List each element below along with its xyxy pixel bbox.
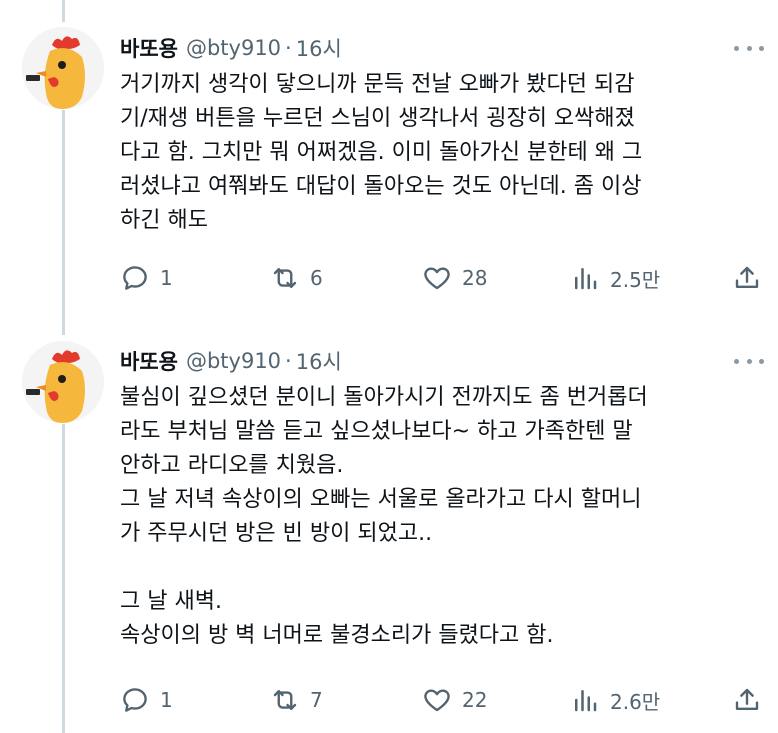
views-button[interactable]: 2.5만 bbox=[570, 261, 660, 295]
tweet-text-line: 그 날 저녁 속상이의 오빠는 서울로 올라가고 다시 할머니 bbox=[120, 487, 642, 512]
tweet-text-line: 거기까지 생각이 닿으니까 문득 전날 오빠가 봤다던 되감 bbox=[120, 72, 635, 97]
separator-dot: · bbox=[285, 349, 292, 373]
like-button[interactable]: 22 bbox=[422, 683, 487, 717]
share-icon bbox=[732, 685, 762, 715]
retweet-count: 7 bbox=[310, 688, 323, 712]
separator-dot: · bbox=[285, 36, 292, 60]
tweet-text: 거기까지 생각이 닿으니까 문득 전날 오빠가 봤다던 되감 기/재생 버튼을 … bbox=[120, 68, 770, 238]
tweet-text-line: 불심이 깊으셨던 분이니 돌아가시기 전까지도 좀 번거롭더 bbox=[120, 385, 648, 410]
heart-icon bbox=[422, 685, 452, 715]
tweet-text-line: 안하고 라디오를 치웠음. bbox=[120, 453, 344, 478]
views-count: 2.6만 bbox=[610, 689, 661, 714]
views-icon bbox=[570, 685, 600, 715]
heart-icon bbox=[422, 263, 452, 293]
reply-icon bbox=[120, 263, 150, 293]
retweet-icon bbox=[270, 685, 300, 715]
share-icon bbox=[732, 263, 762, 293]
tweet-text-line: 그 날 새벽. bbox=[120, 589, 222, 614]
author-name[interactable]: 바또용 bbox=[120, 346, 178, 376]
tweet-time[interactable]: 16시 bbox=[296, 346, 342, 376]
tweet-header: 바또용 @bty910 · 16시 bbox=[120, 346, 342, 376]
author-name[interactable]: 바또용 bbox=[120, 33, 178, 63]
tweet-text-line: 라도 부처님 말씀 듣고 싶으셨나보다~ 하고 가족한텐 말 bbox=[120, 419, 633, 444]
reply-count: 1 bbox=[160, 688, 173, 712]
retweet-count: 6 bbox=[310, 266, 323, 290]
share-button[interactable] bbox=[732, 683, 762, 717]
retweet-button[interactable]: 7 bbox=[270, 683, 323, 717]
reply-button[interactable]: 1 bbox=[120, 261, 173, 295]
tweet-text-line: 속상이의 방 벽 너머로 불경소리가 들렸다고 함. bbox=[120, 623, 554, 648]
author-handle[interactable]: @bty910 bbox=[186, 36, 281, 60]
tweet-time[interactable]: 16시 bbox=[296, 33, 342, 63]
views-button[interactable]: 2.6만 bbox=[570, 683, 660, 717]
tweet-text: 불심이 깊으셨던 분이니 돌아가시기 전까지도 좀 번거롭더 라도 부처님 말씀… bbox=[120, 381, 770, 653]
tweet-text-line bbox=[120, 551, 770, 585]
views-count: 2.5만 bbox=[610, 267, 661, 292]
rooster-avatar[interactable] bbox=[22, 27, 104, 109]
tweet-actions: 1 7 22 2.6만 bbox=[120, 683, 770, 717]
tweet-text-line: 다고 함. 그치만 뭐 어쩌겠음. 이미 돌아가신 분한테 왜 그 bbox=[120, 140, 643, 165]
more-icon[interactable] bbox=[734, 351, 764, 371]
tweet-text-line: 하긴 해도 bbox=[120, 208, 208, 233]
author-handle[interactable]: @bty910 bbox=[186, 349, 281, 373]
retweet-button[interactable]: 6 bbox=[270, 261, 323, 295]
tweet-actions: 1 6 28 2.5만 bbox=[120, 261, 770, 295]
views-icon bbox=[570, 263, 600, 293]
tweet-header: 바또용 @bty910 · 16시 bbox=[120, 33, 342, 63]
reply-count: 1 bbox=[160, 266, 173, 290]
reply-button[interactable]: 1 bbox=[120, 683, 173, 717]
rooster-avatar[interactable] bbox=[22, 341, 104, 423]
tweet[interactable]: 바또용 @bty910 · 16시 거기까지 생각이 닿으니까 문득 전날 오빠… bbox=[0, 0, 778, 320]
tweet[interactable]: 바또용 @bty910 · 16시 불심이 깊으셨던 분이니 돌아가시기 전까지… bbox=[0, 320, 778, 733]
tweet-text-line: 러셨냐고 여쭤봐도 대답이 돌아오는 것도 아닌데. 좀 이상 bbox=[120, 174, 642, 199]
like-button[interactable]: 28 bbox=[422, 261, 487, 295]
retweet-icon bbox=[270, 263, 300, 293]
share-button[interactable] bbox=[732, 261, 762, 295]
more-icon[interactable] bbox=[734, 38, 764, 58]
reply-icon bbox=[120, 685, 150, 715]
like-count: 22 bbox=[462, 688, 488, 712]
like-count: 28 bbox=[462, 266, 488, 290]
tweet-text-line: 기/재생 버튼을 누르던 스님이 생각나서 굉장히 오싹해졌 bbox=[120, 106, 635, 131]
tweet-text-line: 가 주무시던 방은 빈 방이 되었고.. bbox=[120, 521, 433, 546]
